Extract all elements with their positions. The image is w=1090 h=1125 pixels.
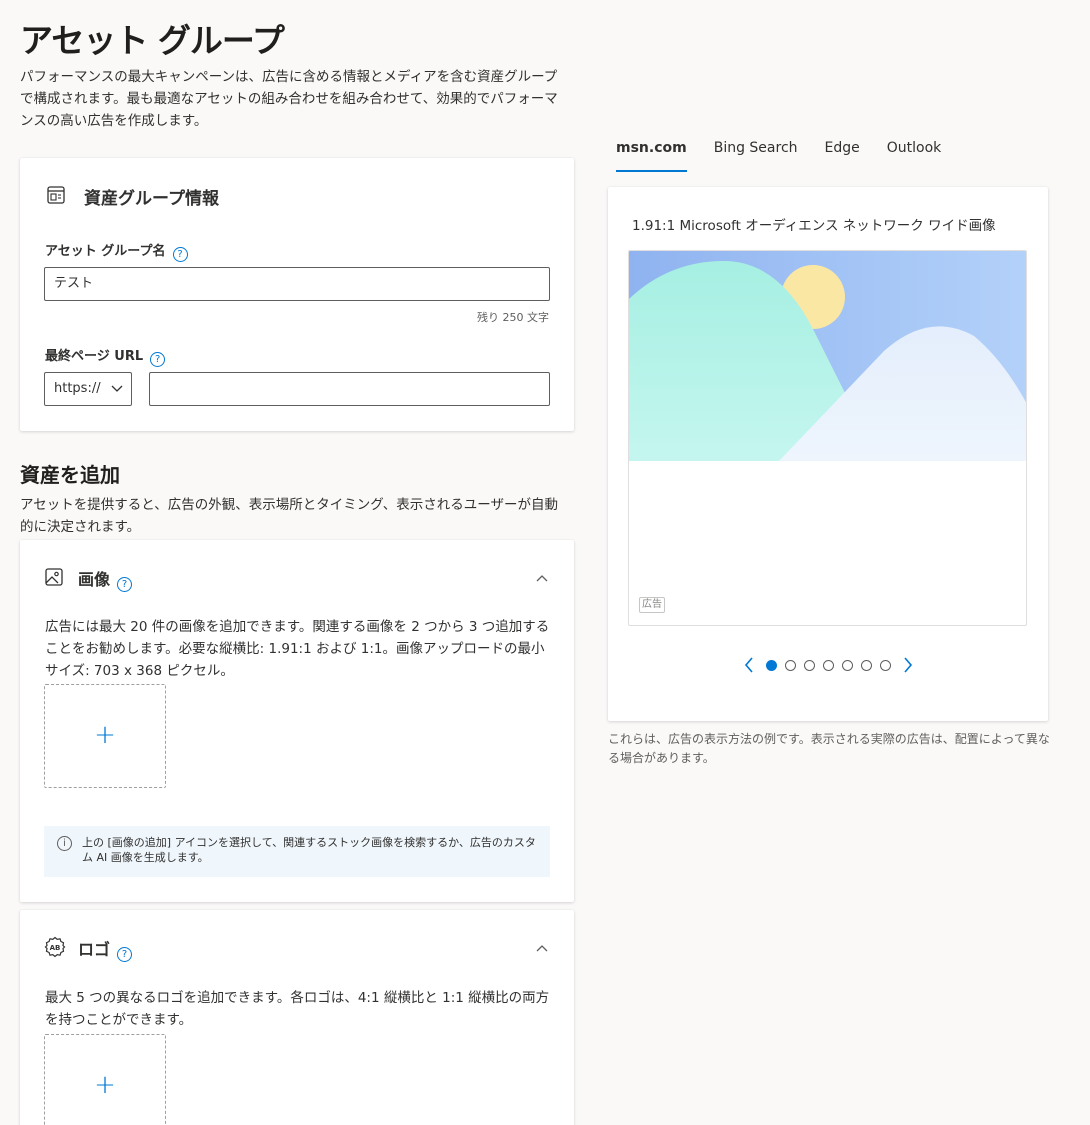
carousel-dot[interactable]: [784, 659, 796, 671]
tab-edge[interactable]: Edge: [825, 140, 860, 172]
form-icon: [47, 186, 65, 204]
help-icon[interactable]: ?: [150, 352, 166, 367]
asset-group-name-input[interactable]: テスト: [44, 267, 550, 301]
final-url-input[interactable]: [149, 372, 550, 406]
images-title-text: 画像: [78, 570, 111, 589]
help-icon[interactable]: ?: [117, 947, 133, 962]
logo-title: ロゴ?: [78, 936, 133, 962]
info-message: i 上の [画像の追加] アイコンを選択して、関連するストック画像を検索するか、…: [44, 826, 550, 877]
asset-group-name-label-text: アセット グループ名: [45, 244, 166, 259]
chevron-left-icon[interactable]: [742, 655, 756, 675]
logo-title-text: ロゴ: [78, 940, 111, 959]
ad-preview-frame: 広告: [628, 250, 1027, 626]
page-description: パフォーマンスの最大キャンペーンは、広告に含める情報とメディアを含む資産グループ…: [20, 69, 558, 129]
asset-group-info-card: 資産グループ情報 アセット グループ名? テスト 残り 250 文字 最終ページ…: [20, 158, 574, 431]
info-message-text: 上の [画像の追加] アイコンを選択して、関連するストック画像を検索するか、広告…: [82, 836, 536, 864]
tab-outlook[interactable]: Outlook: [887, 140, 942, 172]
chevron-up-icon[interactable]: [536, 942, 548, 954]
add-assets-title: 資産を追加: [20, 463, 120, 487]
char-count: 残り 250 文字: [477, 311, 549, 324]
add-logo-button[interactable]: +: [44, 1034, 166, 1125]
carousel-dot[interactable]: [765, 659, 777, 671]
chevron-up-icon[interactable]: [536, 572, 548, 584]
ad-badge: 広告: [639, 597, 665, 613]
carousel-dots: [762, 659, 895, 671]
carousel-dot[interactable]: [860, 659, 872, 671]
help-icon[interactable]: ?: [117, 577, 133, 592]
images-title: 画像?: [78, 566, 133, 592]
preview-tabs: msn.com Bing Search Edge Outlook: [616, 140, 968, 172]
ad-preview-card: 1.91:1 Microsoft オーディエンス ネットワーク ワイド画像 広告: [608, 187, 1048, 721]
carousel-dot[interactable]: [803, 659, 815, 671]
tab-bing-search[interactable]: Bing Search: [714, 140, 798, 172]
preview-note: これらは、広告の表示方法の例です。表示される実際の広告は、配置によって異なる場合…: [608, 732, 1050, 765]
carousel-dot[interactable]: [822, 659, 834, 671]
chevron-right-icon[interactable]: [901, 655, 915, 675]
add-assets-description: アセットを提供すると、広告の外観、表示場所とタイミング、表示されるユーザーが自動…: [20, 497, 558, 535]
add-image-button[interactable]: +: [44, 684, 166, 788]
preview-title: 1.91:1 Microsoft オーディエンス ネットワーク ワイド画像: [632, 218, 996, 234]
help-icon[interactable]: ?: [172, 247, 188, 262]
svg-text:AB: AB: [50, 944, 61, 952]
placeholder-image-icon: [629, 251, 1026, 461]
carousel-dot[interactable]: [841, 659, 853, 671]
logo-description: 最大 5 つの異なるロゴを追加できます。各ロゴは、4:1 縦横比と 1:1 縦横…: [45, 990, 550, 1028]
images-card: 画像? 広告には最大 20 件の画像を追加できます。関連する画像を 2 つから …: [20, 540, 574, 902]
logo-icon: AB: [44, 936, 66, 958]
asset-group-name-label: アセット グループ名?: [45, 240, 188, 262]
carousel-dot[interactable]: [879, 659, 891, 671]
tab-msn[interactable]: msn.com: [616, 140, 687, 172]
final-url-label: 最終ページ URL?: [45, 345, 166, 367]
protocol-dropdown[interactable]: https://: [44, 372, 132, 406]
asset-group-info-title: 資産グループ情報: [84, 189, 219, 209]
images-description: 広告には最大 20 件の画像を追加できます。関連する画像を 2 つから 3 つ追…: [45, 619, 550, 679]
image-icon: [45, 568, 63, 586]
logo-card: AB ロゴ? 最大 5 つの異なるロゴを追加できます。各ロゴは、4:1 縦横比と…: [20, 910, 574, 1125]
chevron-down-icon: [111, 385, 123, 392]
info-icon: i: [57, 836, 72, 851]
carousel-nav: [608, 655, 1048, 675]
page-title: アセット グループ: [20, 21, 285, 60]
protocol-selected: https://: [54, 381, 101, 396]
final-url-label-text: 最終ページ URL: [45, 349, 144, 364]
